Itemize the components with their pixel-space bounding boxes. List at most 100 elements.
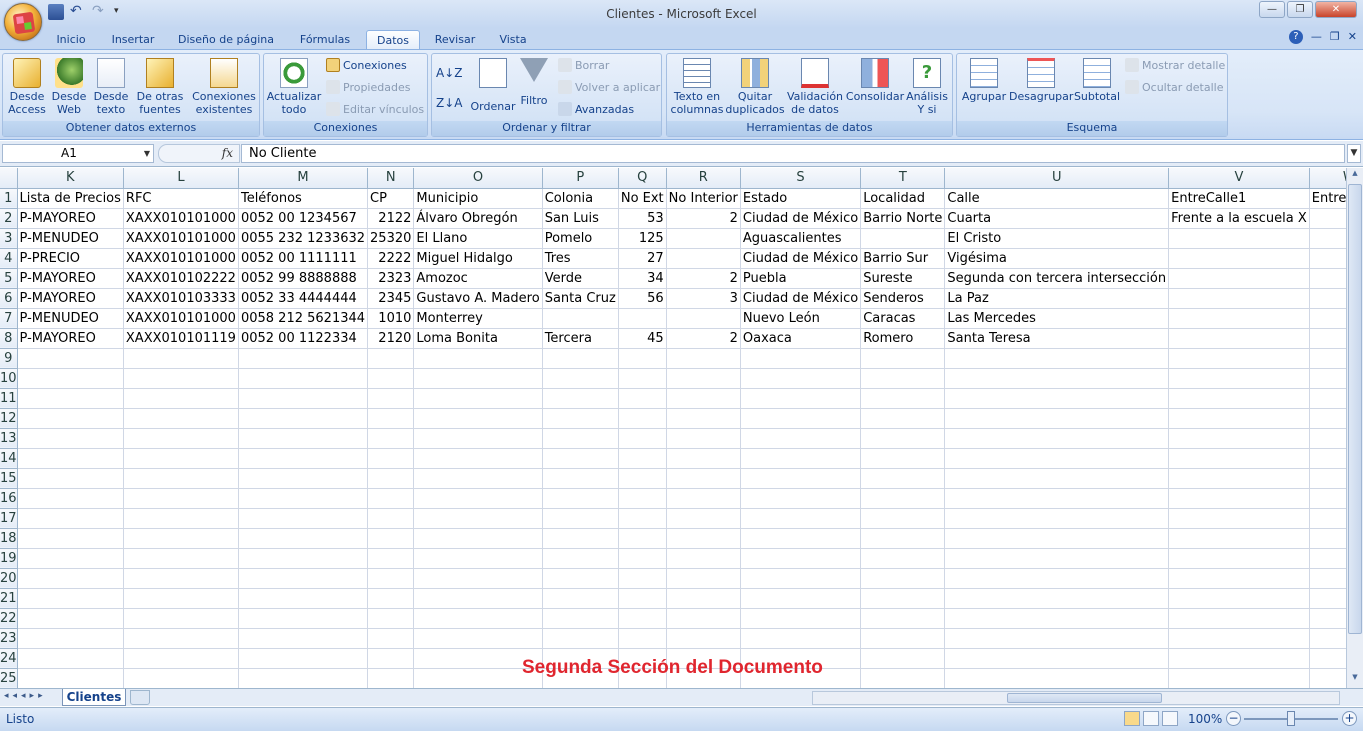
- cell[interactable]: [666, 588, 741, 609]
- cell[interactable]: 34: [618, 268, 667, 289]
- cell[interactable]: [1309, 608, 1346, 629]
- cell[interactable]: [238, 648, 369, 669]
- cell[interactable]: [666, 448, 741, 469]
- cell[interactable]: P-MAYOREO: [17, 208, 124, 229]
- cell[interactable]: [740, 488, 862, 509]
- cell[interactable]: [367, 628, 415, 649]
- cell[interactable]: [860, 448, 946, 469]
- cell[interactable]: [666, 548, 741, 569]
- cell[interactable]: [1168, 628, 1310, 649]
- cell[interactable]: San Luis: [542, 208, 619, 229]
- cell[interactable]: Álvaro Obregón: [413, 208, 543, 229]
- cell[interactable]: [1168, 588, 1310, 609]
- vertical-scroll-thumb[interactable]: [1348, 184, 1362, 634]
- cell[interactable]: P-MAYOREO: [17, 268, 124, 289]
- cell[interactable]: [1309, 368, 1346, 389]
- cell[interactable]: XAXX010102222: [123, 268, 239, 289]
- cell[interactable]: 0052 00 1122334: [238, 328, 369, 349]
- cell[interactable]: [367, 508, 415, 529]
- cell[interactable]: [666, 488, 741, 509]
- mostrar-detalle-button[interactable]: Mostrar detalle: [1125, 57, 1225, 75]
- cell[interactable]: [944, 568, 1170, 589]
- page-layout-view-icon[interactable]: [1143, 711, 1159, 726]
- cell[interactable]: [542, 408, 619, 429]
- cell[interactable]: Loma Bonita: [413, 328, 543, 349]
- row-header[interactable]: 3: [0, 228, 18, 249]
- cell[interactable]: [1309, 328, 1346, 349]
- cell[interactable]: Estado: [740, 188, 862, 209]
- cell[interactable]: [618, 428, 667, 449]
- row-header[interactable]: 20: [0, 568, 18, 589]
- zoom-out-icon[interactable]: −: [1226, 711, 1241, 726]
- row-header[interactable]: 19: [0, 548, 18, 569]
- cell[interactable]: [367, 548, 415, 569]
- column-header[interactable]: R: [666, 168, 741, 189]
- column-header[interactable]: O: [413, 168, 543, 189]
- cell[interactable]: [1309, 248, 1346, 269]
- cell[interactable]: [666, 608, 741, 629]
- row-header[interactable]: 8: [0, 328, 18, 349]
- editar-vinculos-button[interactable]: Editar vínculos: [326, 101, 424, 119]
- cell[interactable]: [542, 588, 619, 609]
- cell[interactable]: Frente a la escuela X: [1168, 208, 1310, 229]
- cell[interactable]: [413, 368, 543, 389]
- actualizar-todo-button[interactable]: Actualizar todo: [266, 58, 322, 116]
- cell[interactable]: 0058 212 5621344: [238, 308, 369, 329]
- cell[interactable]: [666, 228, 741, 249]
- cell[interactable]: [740, 508, 862, 529]
- cell[interactable]: [542, 348, 619, 369]
- cell[interactable]: [1168, 288, 1310, 309]
- cell[interactable]: 0052 33 4444444: [238, 288, 369, 309]
- cell[interactable]: CP: [367, 188, 415, 209]
- cell[interactable]: [238, 508, 369, 529]
- cell[interactable]: [666, 308, 741, 329]
- cell[interactable]: 2345: [367, 288, 415, 309]
- cell[interactable]: [1309, 348, 1346, 369]
- cell[interactable]: [17, 508, 124, 529]
- cell[interactable]: [1309, 448, 1346, 469]
- row-header[interactable]: 21: [0, 588, 18, 609]
- column-header[interactable]: N: [367, 168, 415, 189]
- cell[interactable]: [238, 448, 369, 469]
- cell[interactable]: [17, 368, 124, 389]
- cell[interactable]: [944, 348, 1170, 369]
- horizontal-scroll-thumb[interactable]: [1007, 693, 1162, 703]
- cell[interactable]: [1168, 248, 1310, 269]
- cell[interactable]: [860, 628, 946, 649]
- cell[interactable]: 0052 99 8888888: [238, 268, 369, 289]
- cell[interactable]: [1168, 368, 1310, 389]
- cell[interactable]: EntreCalle1: [1168, 188, 1310, 209]
- cell[interactable]: [740, 468, 862, 489]
- cell[interactable]: Sureste: [860, 268, 946, 289]
- cell[interactable]: [618, 568, 667, 589]
- normal-view-icon[interactable]: [1124, 711, 1140, 726]
- cell[interactable]: [860, 388, 946, 409]
- cell[interactable]: [944, 468, 1170, 489]
- desde-web-button[interactable]: Desde Web: [49, 58, 89, 116]
- cell[interactable]: [1309, 488, 1346, 509]
- cell[interactable]: Caracas: [860, 308, 946, 329]
- cell[interactable]: [618, 308, 667, 329]
- cell[interactable]: [123, 608, 239, 629]
- cell[interactable]: [666, 568, 741, 589]
- cell[interactable]: [413, 628, 543, 649]
- cell[interactable]: [740, 388, 862, 409]
- cell[interactable]: Gustavo A. Madero: [413, 288, 543, 309]
- cell[interactable]: [860, 528, 946, 549]
- row-header[interactable]: 5: [0, 268, 18, 289]
- cell[interactable]: Barrio Sur: [860, 248, 946, 269]
- cell[interactable]: [1309, 668, 1346, 688]
- consolidar-button[interactable]: Consolidar: [845, 58, 905, 103]
- cell[interactable]: Segunda con tercera intersección: [944, 268, 1170, 289]
- column-header[interactable]: T: [860, 168, 946, 189]
- name-box[interactable]: A1 ▼: [2, 144, 154, 163]
- cell[interactable]: [542, 388, 619, 409]
- cell[interactable]: XAXX010101000: [123, 248, 239, 269]
- zoom-in-icon[interactable]: +: [1342, 711, 1357, 726]
- row-header[interactable]: 11: [0, 388, 18, 409]
- cell[interactable]: [238, 628, 369, 649]
- cell[interactable]: [123, 508, 239, 529]
- cell[interactable]: [238, 668, 369, 688]
- cell[interactable]: [1309, 508, 1346, 529]
- cell[interactable]: Ciudad de México: [740, 288, 862, 309]
